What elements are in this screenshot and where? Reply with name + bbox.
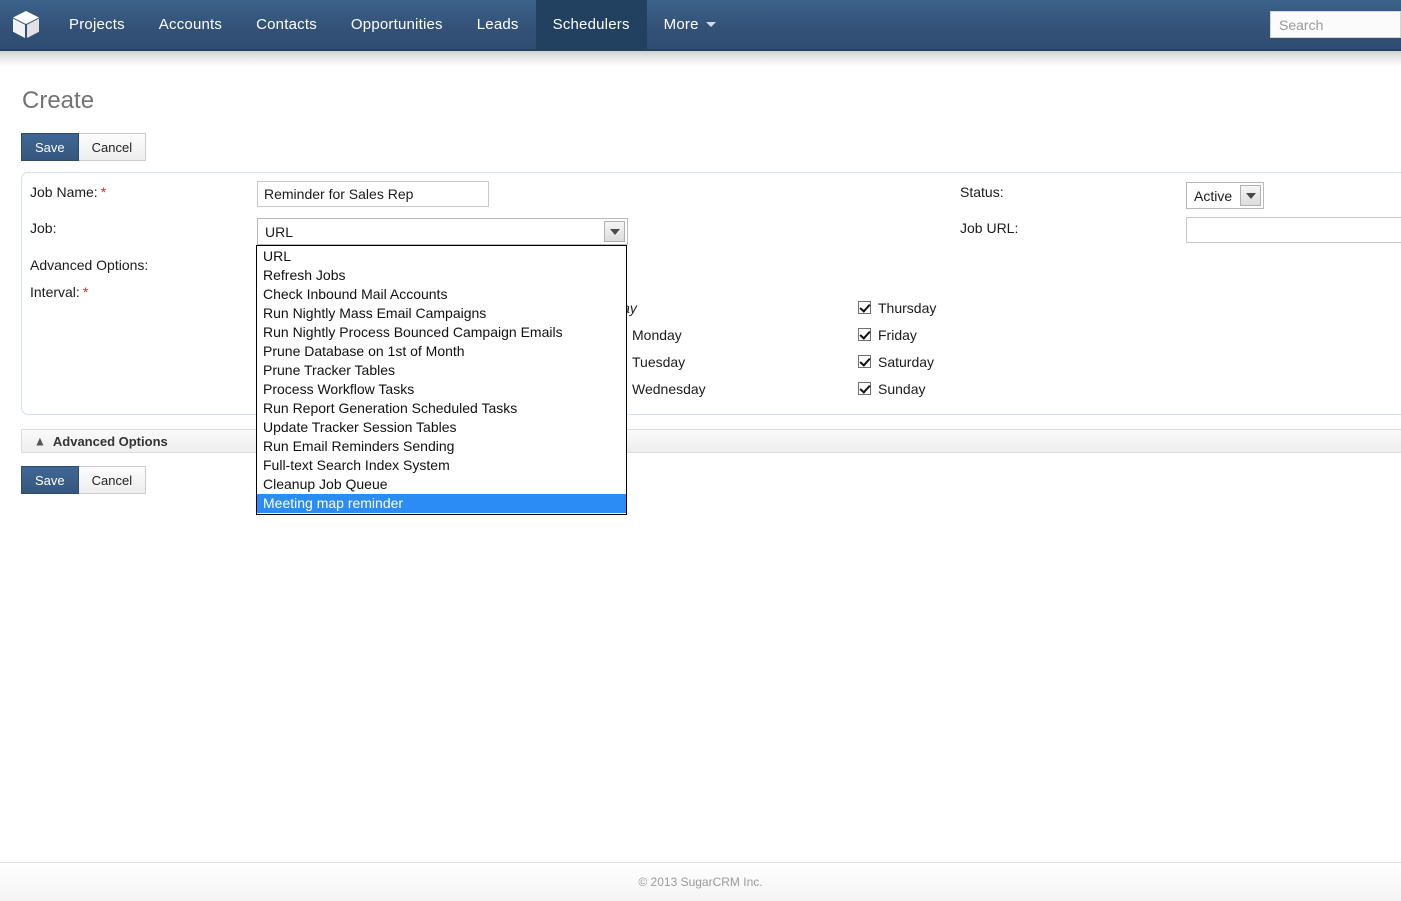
cancel-button-bottom[interactable]: Cancel (78, 466, 147, 494)
dropdown-option[interactable]: Prune Tracker Tables (257, 361, 626, 380)
dropdown-option[interactable]: Run Nightly Process Bounced Campaign Ema… (257, 323, 626, 342)
day-label: Friday (878, 326, 917, 343)
dropdown-option[interactable]: Run Nightly Mass Email Campaigns (257, 304, 626, 323)
dropdown-option[interactable]: Full-text Search Index System (257, 456, 626, 475)
dropdown-option[interactable]: Prune Database on 1st of Month (257, 342, 626, 361)
nav-item-label: Projects (69, 16, 125, 33)
save-button-top[interactable]: Save (21, 133, 79, 161)
header-gradient (0, 51, 1401, 67)
nav-item-opportunities[interactable]: Opportunities (334, 0, 460, 49)
job-select[interactable]: URL (257, 218, 628, 245)
nav-items: Projects Accounts Contacts Opportunities… (52, 0, 733, 49)
top-navbar: Projects Accounts Contacts Opportunities… (0, 0, 1401, 51)
day-checkbox-saturday[interactable]: Saturday (858, 348, 936, 375)
advanced-options-label: Advanced Options: (30, 257, 149, 273)
nav-item-label: Leads (476, 16, 519, 33)
page-title: Create (22, 87, 95, 115)
nav-item-label: Accounts (158, 16, 223, 33)
nav-item-label: More (663, 16, 699, 33)
scheduler-form-panel: Job Name: * Job: Advanced Options: Interv… (21, 172, 1401, 415)
chevron-down-icon (705, 22, 716, 27)
day-label: Thursday (878, 299, 937, 316)
day-checkbox-friday[interactable]: Friday (858, 321, 936, 348)
job-name-input[interactable] (257, 181, 489, 207)
nav-item-more[interactable]: More (647, 0, 733, 49)
copyright-text: © 2013 SugarCRM Inc. (638, 875, 763, 889)
nav-item-label: Contacts (256, 16, 317, 33)
save-button-bottom[interactable]: Save (21, 466, 79, 494)
day-label: Saturday (878, 353, 935, 370)
job-label: Job: (30, 220, 57, 236)
sugarcrm-cube-logo[interactable] (0, 0, 52, 49)
cancel-button-top[interactable]: Cancel (78, 133, 147, 161)
interval-label: Interval: * (30, 284, 89, 300)
day-checkbox-sunday[interactable]: Sunday (858, 375, 936, 402)
bottom-action-buttons: Save Cancel (21, 466, 147, 494)
dropdown-option[interactable]: Cleanup Job Queue (257, 475, 626, 494)
job-select-dropdown-list[interactable]: URL Refresh Jobs Check Inbound Mail Acco… (256, 245, 627, 515)
day-label: Wednesday (632, 380, 706, 397)
status-label: Status: (960, 184, 1004, 200)
job-name-label: Job Name: * (30, 184, 107, 200)
nav-item-label: Schedulers (552, 16, 630, 33)
top-action-buttons: Save Cancel (21, 133, 147, 161)
dropdown-option[interactable]: Run Report Generation Scheduled Tasks (257, 399, 626, 418)
dropdown-option[interactable]: Refresh Jobs (257, 266, 626, 285)
nav-item-label: Opportunities (350, 16, 443, 33)
day-checkbox-thursday[interactable]: Thursday (858, 294, 936, 321)
day-label: Sunday (878, 380, 926, 397)
dropdown-option-selected[interactable]: Meeting map reminder (257, 494, 626, 513)
dropdown-option[interactable]: Process Workflow Tasks (257, 380, 626, 399)
checkbox-thursday[interactable] (858, 301, 871, 314)
page-footer: © 2013 SugarCRM Inc. (0, 862, 1401, 901)
required-asterisk: * (82, 284, 89, 300)
status-select-value: Active (1194, 187, 1233, 204)
checkbox-sunday[interactable] (858, 382, 871, 395)
advanced-options-bar-label: Advanced Options (52, 433, 168, 449)
search-box[interactable] (1270, 11, 1401, 38)
nav-item-accounts[interactable]: Accounts (142, 0, 239, 49)
dropdown-option[interactable]: Run Email Reminders Sending (257, 437, 626, 456)
status-select[interactable]: Active (1186, 182, 1264, 209)
required-asterisk: * (100, 184, 107, 200)
nav-item-projects[interactable]: Projects (52, 0, 142, 49)
advanced-options-toggle[interactable]: ▲ Advanced Options (21, 429, 1401, 453)
nav-item-schedulers[interactable]: Schedulers (535, 0, 647, 49)
dropdown-option[interactable]: Update Tracker Session Tables (257, 418, 626, 437)
checkbox-friday[interactable] (858, 328, 871, 341)
day-column-right: Thursday Friday Saturday Sunday (858, 294, 936, 402)
day-label: Monday (632, 326, 682, 343)
checkbox-saturday[interactable] (858, 355, 871, 368)
chevron-double-up-icon: ▲ (34, 433, 46, 449)
chevron-down-icon[interactable] (1240, 185, 1261, 206)
job-select-value: URL (265, 223, 294, 240)
dropdown-option[interactable]: Check Inbound Mail Accounts (257, 285, 626, 304)
day-label: Tuesday (632, 353, 686, 370)
dropdown-option[interactable]: URL (257, 247, 626, 266)
chevron-down-icon[interactable] (604, 221, 625, 242)
job-url-label: Job URL: (960, 220, 1019, 236)
nav-item-contacts[interactable]: Contacts (239, 0, 334, 49)
job-url-input[interactable] (1186, 217, 1401, 243)
search-input[interactable] (1270, 11, 1401, 38)
nav-item-leads[interactable]: Leads (460, 0, 536, 49)
